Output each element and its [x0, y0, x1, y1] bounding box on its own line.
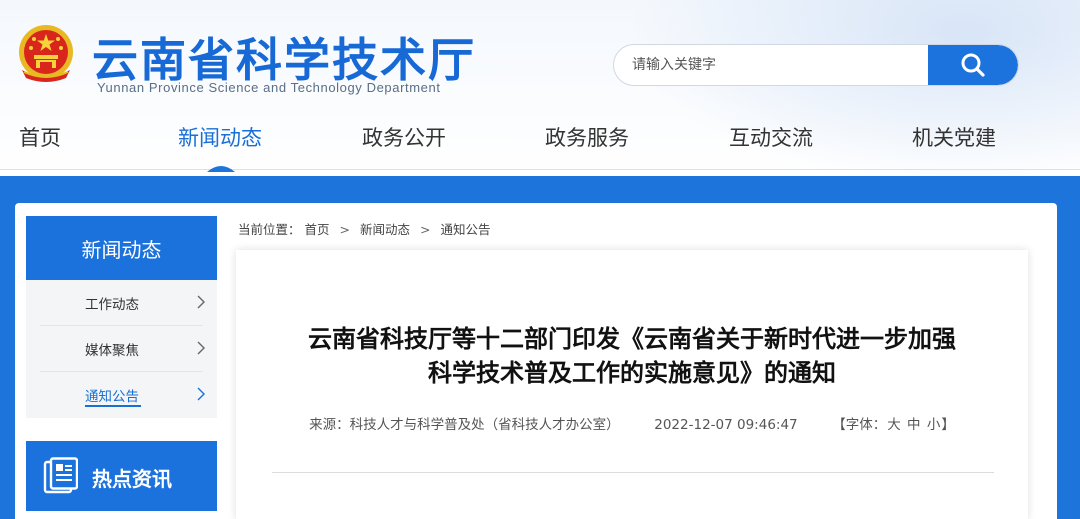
sidebar-item-label: 媒体聚焦 — [85, 343, 139, 359]
sidebar-item-label: 工作动态 — [85, 297, 139, 313]
article-card: 云南省科技厅等十二部门印发《云南省关于新时代进一步加强 科学技术普及工作的实施意… — [236, 250, 1028, 519]
chevron-right-icon — [197, 341, 205, 355]
chevron-right-icon — [197, 295, 205, 309]
article-meta: 来源：科技人才与科学普及处（省科技人才办公室） 2022-12-07 09:46… — [236, 413, 1028, 433]
article-title-line-2: 科学技术普及工作的实施意见》的通知 — [428, 359, 836, 387]
article-title-line-1: 云南省科技厅等十二部门印发《云南省关于新时代进一步加强 — [308, 325, 956, 353]
breadcrumb-notices[interactable]: 通知公告 — [440, 219, 490, 238]
breadcrumb-prefix: 当前位置： — [238, 222, 301, 237]
font-size-large-button[interactable]: 大 — [887, 417, 901, 433]
font-size-medium-button[interactable]: 中 — [907, 417, 921, 433]
sidebar-heading: 新闻动态 — [26, 216, 217, 280]
breadcrumb-news[interactable]: 新闻动态 — [360, 219, 410, 238]
search-button[interactable] — [928, 45, 1018, 85]
nav-item-news[interactable]: 新闻动态 — [178, 122, 262, 152]
breadcrumb-home[interactable]: 首页 — [305, 219, 330, 238]
sidebar-menu: 工作动态 媒体聚焦 通知公告 — [26, 280, 217, 418]
search-icon — [961, 53, 985, 77]
breadcrumb-separator: > — [339, 222, 350, 237]
news-icon — [43, 457, 78, 494]
nav-item-interaction[interactable]: 互动交流 — [729, 122, 813, 152]
nav-item-government-services[interactable]: 政务服务 — [545, 122, 629, 152]
search-box — [613, 44, 1019, 86]
sidebar-item-notices[interactable]: 通知公告 — [40, 372, 205, 418]
nav-item-party-building[interactable]: 机关党建 — [912, 122, 996, 152]
sidebar-item-work-news[interactable]: 工作动态 — [40, 280, 205, 326]
nav-item-government-affairs[interactable]: 政务公开 — [362, 122, 446, 152]
search-input[interactable] — [614, 45, 930, 85]
chevron-right-icon — [197, 387, 205, 401]
font-size-suffix: 】 — [941, 417, 955, 433]
sidebar-item-label: 通知公告 — [85, 389, 139, 405]
article-divider — [272, 472, 994, 473]
main-nav: 首页 新闻动态 政务公开 政务服务 互动交流 机关党建 — [0, 118, 1080, 172]
nav-item-home[interactable]: 首页 — [19, 122, 61, 152]
sidebar-item-media-focus[interactable]: 媒体聚焦 — [40, 326, 205, 372]
article-datetime: 2022-12-07 09:46:47 — [654, 417, 798, 433]
national-emblem-icon — [19, 25, 73, 82]
site-header: 云南省科学技术厅 Yunnan Province Science and Tec… — [0, 0, 1080, 176]
font-size-prefix: 【字体： — [832, 417, 887, 433]
hot-news-label: 热点资讯 — [92, 467, 172, 491]
hot-news-heading[interactable]: 热点资讯 — [26, 441, 217, 511]
article-source: 来源：科技人才与科学普及处（省科技人才办公室） — [309, 417, 620, 433]
active-underline — [85, 405, 141, 407]
article-title: 云南省科技厅等十二部门印发《云南省关于新时代进一步加强 科学技术普及工作的实施意… — [236, 322, 1028, 390]
active-nav-indicator — [207, 166, 235, 172]
site-subtitle: Yunnan Province Science and Technology D… — [97, 80, 441, 95]
breadcrumb: 当前位置： 首页 > 新闻动态 > 通知公告 — [238, 219, 490, 238]
breadcrumb-separator: > — [419, 222, 431, 237]
font-size-small-button[interactable]: 小 — [927, 417, 941, 433]
